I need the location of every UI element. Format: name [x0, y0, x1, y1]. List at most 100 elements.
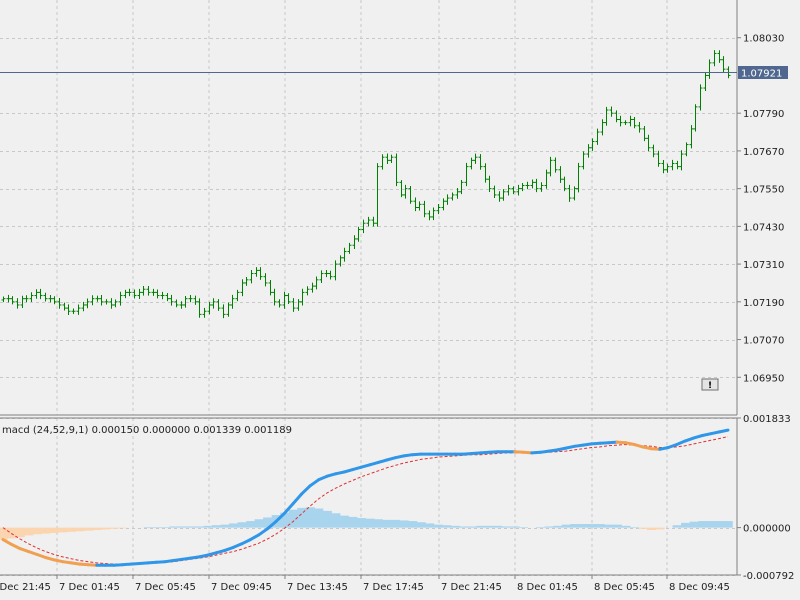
macd-histogram-bar	[689, 521, 699, 528]
macd-indicator-label: macd (24,52,9,1) 0.000150 0.000000 0.001…	[2, 425, 292, 436]
macd-histogram-bar	[484, 525, 494, 528]
macd-histogram-bar	[698, 521, 708, 528]
macd-histogram-bar	[49, 527, 59, 534]
current-price-label: 1.07921	[741, 69, 782, 80]
macd-histogram-bar	[459, 526, 469, 528]
macd-histogram-bar	[442, 525, 452, 528]
time-tick-label: 7 Dec 05:45	[135, 582, 196, 593]
macd-histogram-bar	[211, 525, 221, 528]
macd-histogram-bar	[0, 527, 8, 540]
price-tick-label: 1.07430	[743, 222, 784, 233]
time-tick-label: 7 Dec 13:45	[287, 582, 348, 593]
alert-badge[interactable]: !	[701, 378, 719, 391]
macd-histogram-bar	[109, 527, 119, 529]
macd-histogram-bar	[58, 527, 68, 533]
macd-histogram-bar	[177, 526, 187, 528]
time-tick-label: 7 Dec 21:45	[441, 582, 502, 593]
macd-line-segment	[718, 428, 730, 434]
macd-histogram-bar	[237, 522, 247, 528]
price-tick-label: 1.07310	[743, 260, 784, 271]
macd-histogram-bar	[143, 527, 153, 528]
macd-histogram-bar	[194, 526, 204, 528]
macd-histogram-bar	[152, 527, 162, 528]
macd-histogram-bar	[638, 527, 648, 529]
time-tick-label: 7 Dec 09:45	[211, 582, 272, 593]
macd-tick-label: -0.000792	[743, 571, 794, 582]
macd-histogram-bar	[24, 527, 34, 536]
macd-histogram-bar	[7, 527, 17, 539]
macd-histogram-bar	[433, 524, 443, 528]
macd-histogram-bar	[536, 527, 546, 528]
chart-window[interactable]: 1.07921 1.08030 1.07790 1.07670 1.07550 1.07…	[0, 0, 800, 600]
time-tick-label: 7 Dec 21:45	[0, 582, 51, 593]
macd-histogram-bar	[646, 527, 656, 531]
macd-tick-label: 0.001833	[743, 414, 791, 425]
macd-histogram-bar	[416, 522, 426, 528]
macd-histogram-bar	[186, 526, 196, 528]
macd-histogram-bar	[723, 521, 733, 528]
macd-histogram-bar	[595, 524, 605, 528]
macd-histogram-bar	[220, 524, 230, 528]
macd-histogram-bar	[450, 525, 460, 528]
price-tick-label: 1.07190	[743, 298, 784, 309]
macd-histogram-bar	[84, 527, 94, 531]
macd-histogram-bar	[246, 521, 256, 528]
macd-histogram-bar	[331, 513, 341, 528]
macd-histogram-bar	[493, 525, 503, 528]
price-tick-label: 1.07550	[743, 185, 784, 196]
price-tick-label: 1.07790	[743, 109, 784, 120]
macd-histogram-bar	[399, 520, 409, 528]
macd-histogram-bar	[254, 519, 264, 528]
macd-histogram-bar	[587, 524, 597, 528]
macd-histogram-bar	[365, 518, 375, 528]
macd-histogram-bar	[408, 521, 418, 528]
macd-histogram-bar	[706, 521, 716, 528]
time-tick-label: 8 Dec 05:45	[594, 582, 655, 593]
macd-histogram-bar	[544, 526, 554, 528]
macd-histogram-bar	[715, 521, 725, 528]
macd-histogram-bar	[92, 527, 102, 531]
time-tick-label: 7 Dec 17:45	[363, 582, 424, 593]
time-tick-label: 8 Dec 01:45	[517, 582, 578, 593]
macd-histogram-bar	[118, 527, 128, 529]
macd-histogram-bar	[612, 524, 622, 528]
macd-histogram-bar	[382, 519, 392, 528]
macd-histogram-bar	[553, 525, 563, 528]
macd-histogram-bar	[629, 527, 639, 528]
macd-histogram-bar	[467, 526, 477, 528]
time-tick-label: 7 Dec 01:45	[59, 582, 120, 593]
macd-histogram-bar	[314, 508, 324, 528]
macd-histogram-bar	[339, 515, 349, 528]
macd-histogram-bar	[655, 527, 665, 530]
macd-histogram-bar	[32, 527, 42, 535]
macd-histogram-bar	[229, 523, 239, 528]
macd-histogram-bar	[101, 527, 111, 530]
macd-histogram-bar	[681, 522, 691, 528]
macd-histogram-bar	[578, 524, 588, 528]
macd-histogram-bar	[356, 518, 366, 528]
macd-histogram-bar	[305, 507, 315, 528]
time-tick-label: 8 Dec 09:45	[669, 582, 730, 593]
macd-histogram-bar	[519, 527, 529, 528]
macd-histogram-bar	[425, 523, 435, 528]
macd-histogram-bar	[510, 526, 520, 528]
macd-histogram-bar	[169, 526, 179, 528]
price-tick-label: 1.06950	[743, 373, 784, 384]
macd-histogram-bar	[322, 510, 332, 528]
macd-histogram-bar	[374, 519, 384, 528]
macd-histogram-bar	[501, 526, 511, 528]
macd-histogram-bar	[621, 525, 631, 528]
macd-histogram-bar	[570, 524, 580, 528]
macd-histogram-bar	[391, 519, 401, 528]
price-tick-label: 1.07670	[743, 147, 784, 158]
macd-histogram-bar	[348, 516, 358, 528]
price-tick-label: 1.07070	[743, 336, 784, 347]
macd-histogram-bar	[160, 527, 170, 528]
alert-badge-label: !	[708, 381, 712, 391]
macd-tick-label: 0.000000	[743, 524, 791, 535]
macd-histogram-bar	[66, 527, 76, 532]
macd-histogram-bar	[75, 527, 85, 532]
chart-canvas[interactable]: 1.07921 1.08030 1.07790 1.07670 1.07550 1.07…	[0, 0, 800, 600]
macd-histogram-bar	[604, 524, 614, 528]
macd-histogram-bar	[561, 524, 571, 528]
